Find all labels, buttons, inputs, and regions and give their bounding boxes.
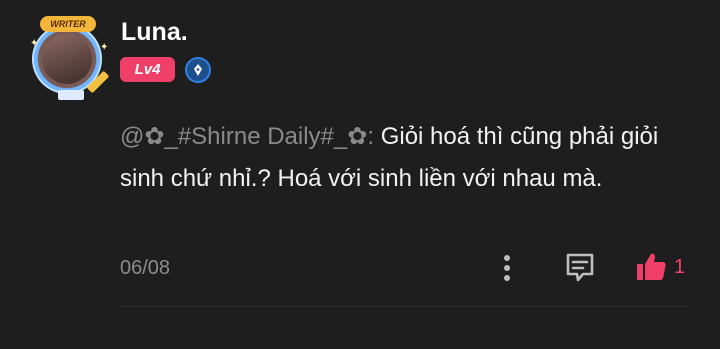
comment-body: @✿_#Shirne Daily#_✿: Giỏi hoá thì cũng p… bbox=[120, 116, 680, 200]
comment-mention[interactable]: @✿_#Shirne Daily#_✿: bbox=[120, 123, 374, 150]
thumbs-up-icon bbox=[637, 253, 666, 280]
level-badge: Lv4 bbox=[120, 57, 175, 82]
writer-frame-label: WRITER bbox=[40, 16, 96, 32]
avatar[interactable]: WRITER ✦ ✦ bbox=[26, 16, 110, 100]
vertical-dots-icon[interactable] bbox=[497, 252, 517, 284]
divider bbox=[120, 306, 688, 307]
fountain-pen-icon bbox=[185, 57, 211, 83]
username[interactable]: Luna. bbox=[121, 18, 188, 47]
comment-date: 06/08 bbox=[120, 257, 171, 279]
comment-reply-icon[interactable] bbox=[563, 250, 597, 284]
avatar-photo bbox=[42, 34, 92, 84]
book-icon bbox=[58, 90, 84, 100]
like-count: 1 bbox=[674, 255, 686, 278]
sparkle-icon: ✦ bbox=[30, 38, 39, 49]
sparkle-icon: ✦ bbox=[100, 42, 109, 53]
like-button[interactable]: 1 bbox=[634, 250, 685, 284]
